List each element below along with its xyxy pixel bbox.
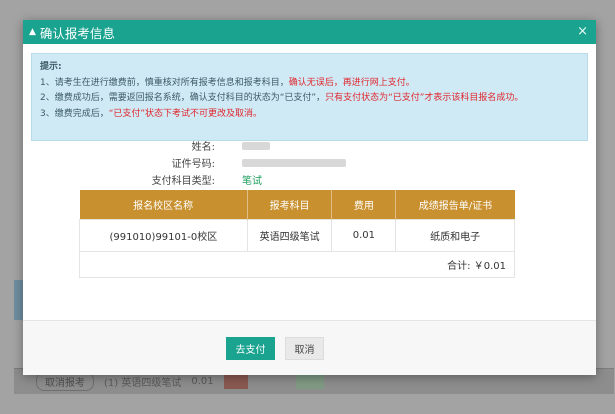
cell-subject: 英语四级笔试	[246, 218, 333, 252]
table-header-certificate: 成绩报告单/证书	[395, 190, 515, 219]
dialog-header: ▲ 确认报考信息 ×	[23, 20, 596, 44]
notice-line-3: 3、缴费完成后，“已支付”状态下考试不可更改及取消。	[40, 107, 579, 123]
total-amount: 合计: ￥0.01	[79, 251, 515, 278]
notice-line-1-text: 1、请考生在进行缴费前，慎重核对所有报考信息和报考科目，	[40, 77, 289, 88]
candidate-info: 姓名: 证件号码: 支付科目类型: 笔试	[23, 137, 596, 188]
fee-table-container: 报名校区名称 报考科目 费用 成绩报告单/证书 (991010)99101-0校…	[79, 190, 537, 278]
cell-fee: 0.01	[331, 218, 397, 252]
background-status-badge	[223, 374, 249, 389]
notice-line-3-text: 3、缴费完成后，	[40, 108, 109, 119]
confirm-registration-dialog: ▲ 确认报考信息 × 提示: 1、请考生在进行缴费前，慎重核对所有报考信息和报考…	[23, 20, 596, 375]
close-icon[interactable]: ×	[577, 24, 588, 39]
notice-line-1-warning: 确认无误后，再进行网上支付。	[288, 77, 415, 88]
dialog-title: ▲ 确认报考信息	[29, 23, 115, 42]
pay-type-value: 笔试	[242, 176, 262, 187]
background-action-badge	[296, 374, 325, 389]
table-header-fee: 费用	[331, 190, 397, 219]
name-value-redacted	[242, 141, 270, 150]
pay-button[interactable]: 去支付	[226, 337, 275, 360]
name-label: 姓名:	[191, 142, 215, 153]
notice-line-2: 2、缴费成功后，需要返回报名系统，确认支付科目的状态为“已支付”，只有支付状态为…	[40, 91, 579, 107]
id-row: 证件号码:	[23, 154, 596, 171]
cell-certificate: 纸质和电子	[395, 218, 515, 252]
dialog-footer: 去支付 取消	[23, 320, 596, 375]
pay-type-label: 支付科目类型:	[151, 176, 215, 187]
table-header-subject: 报考科目	[247, 190, 333, 219]
notice-title: 提示:	[40, 62, 62, 72]
cell-campus: (991010)99101-0校区	[79, 218, 248, 252]
dialog-title-text: 确认报考信息	[39, 25, 115, 41]
table-header-campus: 报名校区名称	[79, 190, 248, 219]
table-row: (991010)99101-0校区 英语四级笔试 0.01 纸质和电子	[79, 218, 515, 252]
id-value-redacted	[242, 158, 346, 167]
notice-line-1: 1、请考生在进行缴费前，慎重核对所有报考信息和报考科目，确认无误后，再进行网上支…	[40, 76, 579, 92]
notice-line-2-text: 2、缴费成功后，需要返回报名系统，确认支付科目的状态为“已支付”，	[40, 93, 326, 103]
total-row: 合计: ￥0.01	[79, 251, 515, 278]
table-header-row: 报名校区名称 报考科目 费用 成绩报告单/证书	[79, 190, 515, 219]
cancel-button[interactable]: 取消	[285, 337, 324, 360]
background-fee: 0.01	[191, 376, 214, 387]
notice-line-2-warning: 只有支付状态为“已支付”才表示该科目报名成功。	[325, 93, 524, 103]
notice-box: 提示: 1、请考生在进行缴费前，慎重核对所有报考信息和报考科目，确认无误后，再进…	[31, 53, 588, 141]
pay-type-row: 支付科目类型: 笔试	[23, 171, 596, 188]
name-row: 姓名:	[23, 137, 596, 154]
id-label: 证件号码:	[171, 159, 215, 170]
background-row-text: (1) 英语四级笔试	[104, 378, 182, 389]
fee-table: 报名校区名称 报考科目 费用 成绩报告单/证书 (991010)99101-0校…	[79, 190, 515, 278]
notice-line-3-warning: “已支付”状态下考试不可更改及取消。	[108, 108, 263, 119]
user-icon: ▲	[29, 27, 36, 37]
